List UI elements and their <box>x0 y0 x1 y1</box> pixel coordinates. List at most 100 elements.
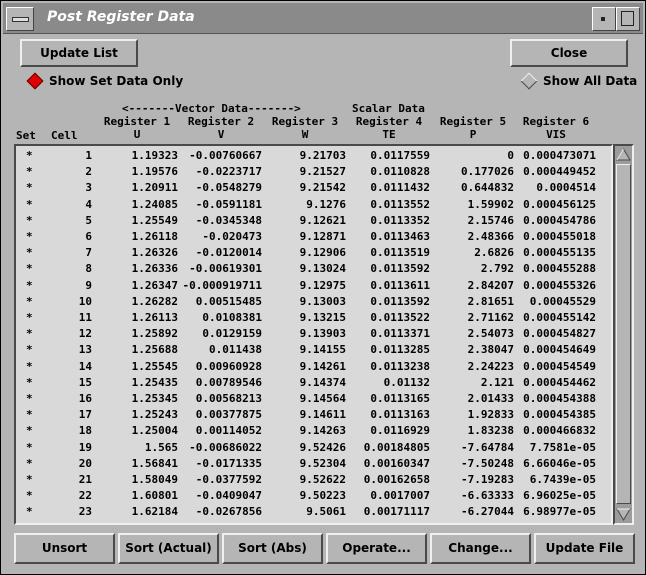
w-value: 9.5061 <box>306 505 346 519</box>
table-row[interactable]: * 21 1.58049 -0.0377592 9.52622 0.00162658 -7.… <box>16 472 611 488</box>
p-value: -7.19283 <box>461 473 514 486</box>
set-cell: * <box>26 456 33 470</box>
table-row[interactable]: * 3 1.20911 -0.0548279 9.21542 0.0111432 0.644… <box>16 180 611 196</box>
update-list-button[interactable]: Update List <box>20 39 138 67</box>
table-row[interactable]: * 19 1.565 -0.00686022 9.52426 0.00184805 -7.6… <box>16 440 611 456</box>
u-value: 1.62184 <box>131 505 178 519</box>
te-value: 0.0113592 <box>370 262 430 276</box>
v-value: -0.0591181 <box>195 197 262 211</box>
p-value: 2.121 <box>480 375 514 389</box>
vis-value: 6.7439e-05 <box>529 473 596 486</box>
table-row[interactable]: * 13 1.25688 0.011438 9.14155 0.0113285 2.3804… <box>16 342 611 358</box>
vis-value: 0.000454388 <box>523 392 596 405</box>
v-value: -0.00760667 <box>189 149 262 162</box>
table-row[interactable]: * 10 1.26282 0.00515485 9.13003 0.0113592 2.81… <box>16 294 611 310</box>
p-value: 2.54073 <box>467 327 514 341</box>
vertical-scrollbar[interactable] <box>613 144 634 525</box>
w-value: 9.21542 <box>299 181 346 195</box>
v-value: 0.00515485 <box>195 294 262 308</box>
u-value: 1.25688 <box>131 343 178 357</box>
scrollbar-thumb[interactable] <box>616 164 631 504</box>
te-value: 0.00184805 <box>363 440 430 454</box>
table-row[interactable]: * 1 1.19323 -0.00760667 9.21703 0.0117559 0 0.0… <box>16 148 611 164</box>
u-value: 1.25243 <box>131 408 178 422</box>
u-value: 1.26113 <box>131 311 178 324</box>
p-value: 0.644832 <box>461 181 514 195</box>
table-row[interactable]: * 18 1.25004 0.00114052 9.14263 0.0116929 1.83… <box>16 423 611 439</box>
te-value: 0.0110828 <box>370 165 430 179</box>
set-column-header: Set <box>16 129 36 142</box>
set-cell: * <box>26 230 33 243</box>
p-value: 1.83238 <box>467 424 514 438</box>
table-row[interactable]: * 12 1.25892 0.0129159 9.13903 0.0113371 2.540… <box>16 326 611 342</box>
cell-number: 20 <box>78 456 92 470</box>
register-3-header: Register 3W <box>271 115 339 141</box>
table-row[interactable]: * 23 1.62184 -0.0267856 9.5061 0.00171117 -6.2… <box>16 504 611 520</box>
scroll-down-arrow-icon[interactable] <box>616 507 631 522</box>
p-value: -6.27044 <box>461 505 514 519</box>
cell-number: 3 <box>85 181 92 195</box>
cell-number: 10 <box>78 294 92 308</box>
table-row[interactable]: * 11 1.26113 0.0108381 9.13215 0.0113522 2.711… <box>16 310 611 326</box>
set-cell: * <box>26 473 33 486</box>
vis-value: 7.7581e-05 <box>529 440 596 454</box>
v-value: 0.00377875 <box>195 408 262 422</box>
v-value: 0.00114052 <box>195 424 262 438</box>
u-value: 1.25435 <box>131 375 178 389</box>
w-value: 9.14374 <box>299 375 346 389</box>
table-row[interactable]: * 8 1.26336 -0.00619301 9.13024 0.0113592 2.79… <box>16 261 611 277</box>
table-row[interactable]: * 17 1.25243 0.00377875 9.14611 0.0113163 1.92… <box>16 407 611 423</box>
vis-value: 0.0004514 <box>536 181 596 195</box>
vis-value: 0.000455142 <box>523 311 596 324</box>
table-row[interactable]: * 5 1.25549 -0.0345348 9.12621 0.0113352 2.157… <box>16 213 611 229</box>
unsort-button[interactable]: Unsort <box>14 533 115 564</box>
v-value: 0.00960928 <box>195 359 262 373</box>
scroll-up-arrow-icon[interactable] <box>616 147 631 162</box>
v-value: -0.0223717 <box>195 165 262 179</box>
v-value: -0.020473 <box>202 230 262 243</box>
sort-actual-button[interactable]: Sort (Actual) <box>118 533 219 564</box>
register-1-header: Register 1U <box>103 115 171 141</box>
v-value: -0.0345348 <box>195 213 262 227</box>
minimize-icon[interactable] <box>592 7 616 31</box>
window-title: Post Register Data <box>47 9 195 25</box>
cell-number: 8 <box>85 262 92 276</box>
w-value: 9.52304 <box>299 456 346 470</box>
register-5-header: Register 5P <box>439 115 507 141</box>
w-value: 9.13903 <box>299 327 346 341</box>
table-row[interactable]: * 20 1.56841 -0.0171335 9.52304 0.00160347 -7.… <box>16 456 611 472</box>
table-row[interactable]: * 9 1.26347 -0.000919711 9.12975 0.0113611 2.8… <box>16 278 611 294</box>
te-value: 0.0113238 <box>370 359 430 373</box>
v-value: -0.0377592 <box>195 473 262 486</box>
window-menu-icon[interactable] <box>6 7 34 31</box>
maximize-icon[interactable] <box>616 7 640 31</box>
table-row[interactable]: * 14 1.25545 0.00960928 9.14261 0.0113238 2.24… <box>16 359 611 375</box>
w-value: 9.21527 <box>299 165 346 179</box>
table-row[interactable]: * 16 1.25345 0.00568213 9.14564 0.0113165 2.01… <box>16 391 611 407</box>
close-button[interactable]: Close <box>510 39 628 67</box>
cell-number: 23 <box>78 505 92 519</box>
p-value: 2.792 <box>480 262 514 276</box>
title-bar[interactable]: Post Register Data <box>3 3 643 34</box>
table-row[interactable]: * 2 1.19576 -0.0223717 9.21527 0.0110828 0.177… <box>16 164 611 180</box>
set-cell: * <box>26 489 33 503</box>
change-button[interactable]: Change... <box>430 533 531 564</box>
table-row[interactable]: * 22 1.60801 -0.0409047 9.50223 0.0017007 -6.6… <box>16 488 611 504</box>
w-value: 9.14611 <box>299 408 346 422</box>
w-value: 9.14155 <box>299 343 346 357</box>
table-row[interactable]: * 4 1.24085 -0.0591181 9.1276 0.0113552 1.5990… <box>16 197 611 213</box>
p-value: 2.84207 <box>467 278 514 292</box>
u-value: 1.565 <box>144 440 178 454</box>
cell-number: 9 <box>85 278 92 292</box>
table-row[interactable]: * 6 1.26118 -0.020473 9.12871 0.0113463 2.4836… <box>16 229 611 245</box>
cell-number: 1 <box>85 149 92 162</box>
vis-value: 0.000454649 <box>523 343 596 357</box>
update-file-button[interactable]: Update File <box>534 533 635 564</box>
cell-number: 6 <box>85 230 92 243</box>
post-register-data-window: Post Register Data Update List Close Sho… <box>0 0 646 575</box>
table-row[interactable]: * 7 1.26326 -0.0120014 9.12906 0.0113519 2.682… <box>16 245 611 261</box>
sort-abs-button[interactable]: Sort (Abs) <box>222 533 323 564</box>
operate-button[interactable]: Operate... <box>326 533 427 564</box>
register-data-list[interactable]: * 1 1.19323 -0.00760667 9.21703 0.0117559 0 0.0… <box>14 144 613 525</box>
table-row[interactable]: * 15 1.25435 0.00789546 9.14374 0.01132 2.121 0… <box>16 375 611 391</box>
